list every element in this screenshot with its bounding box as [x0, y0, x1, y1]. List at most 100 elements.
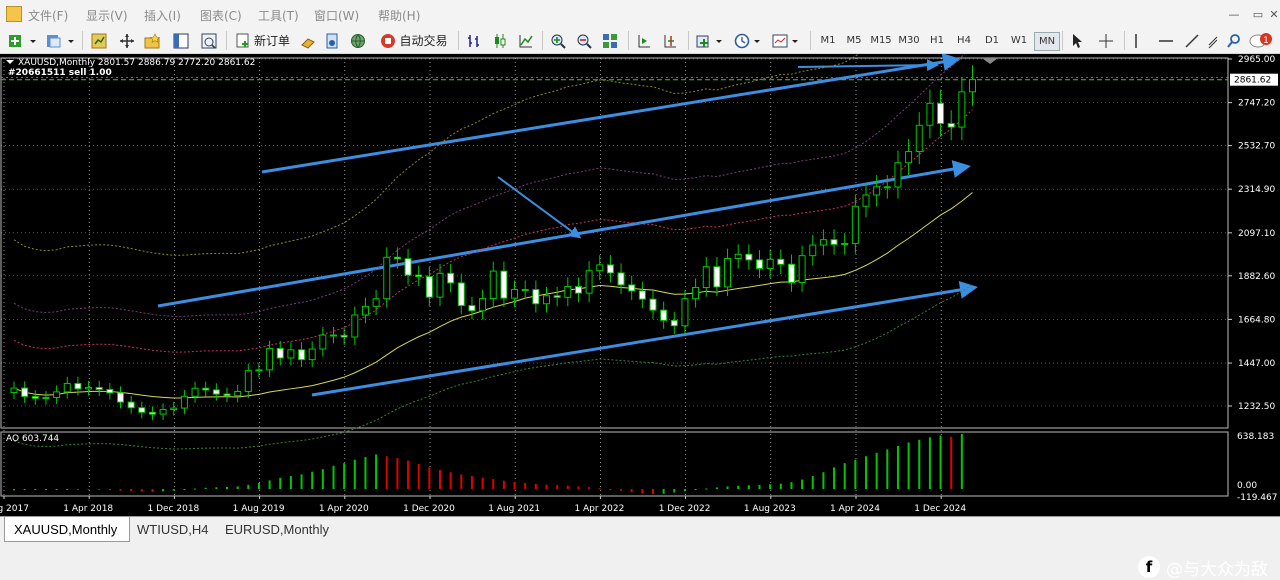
new-chart-icon — [9, 34, 36, 47]
new-chart-button[interactable] — [6, 31, 40, 50]
tab-wtiusd-h4[interactable]: WTIUSD,H4 — [128, 517, 218, 541]
auto-scroll-icon — [638, 34, 650, 47]
cursor-button[interactable] — [1068, 31, 1088, 50]
price-tick-label: 2314.90 — [1238, 185, 1275, 195]
bear-candle — [276, 347, 284, 359]
channel-button[interactable] — [1206, 31, 1220, 50]
date-tick-label: 1 Apr 2024 — [830, 504, 880, 514]
indicator-pane-frame — [0, 431, 1229, 497]
timeframe-d1[interactable]: D1 — [980, 32, 1004, 49]
ao-tick-label: 638.183 — [1237, 432, 1274, 442]
market-button[interactable] — [322, 31, 342, 50]
menu-file[interactable]: 文件(F) — [28, 7, 68, 24]
timeframe-mn[interactable]: MN — [1034, 32, 1060, 51]
bull-candle — [798, 255, 806, 284]
cursor-icon — [1073, 33, 1082, 48]
bear-candle — [404, 258, 412, 276]
menu-bar: 文件(F) 显示(V) 插入(I) 图表(C) 工具(T) 窗口(W) 帮助(H… — [0, 0, 1280, 28]
crosshair-button[interactable] — [1096, 31, 1116, 50]
bull-candle — [564, 286, 572, 298]
symbol-info: XAUUSD,Monthly 2801.57 2886.79 2772.20 2… — [18, 58, 255, 68]
bear-candle — [638, 290, 646, 300]
svg-text:1: 1 — [1263, 36, 1269, 46]
awesome-oscillator-series — [13, 434, 963, 495]
horizontal-line-button[interactable] — [1156, 31, 1176, 50]
menu-help[interactable]: 帮助(H) — [378, 7, 420, 24]
trendline-button[interactable] — [1182, 31, 1202, 50]
price-tick-label: 1447.00 — [1238, 359, 1275, 369]
auto-trading-button[interactable]: 自动交易 — [374, 31, 454, 50]
bear-candle — [937, 102, 945, 124]
menu-insert[interactable]: 插入(I) — [144, 7, 181, 24]
bull-candle — [894, 162, 902, 188]
bull-candle — [596, 264, 604, 272]
data-window-button[interactable] — [170, 31, 192, 50]
bear-candle — [425, 276, 433, 298]
periods-button[interactable] — [732, 31, 766, 50]
bar-chart-button[interactable] — [464, 31, 484, 50]
bear-candle — [340, 334, 348, 338]
price-tick-label: 2097.10 — [1238, 229, 1275, 239]
zoom-out-button[interactable] — [574, 31, 594, 50]
price-chart[interactable]: 1 Aug 2017 1 Apr 2018 1 Dec 2018 1 Aug 2019… — [0, 0, 1280, 516]
templates-button[interactable] — [770, 31, 804, 50]
bear-candle — [574, 286, 582, 294]
line-chart-button[interactable] — [516, 31, 536, 50]
timeframe-m30[interactable]: M30 — [897, 32, 921, 49]
market-watch-button[interactable] — [88, 31, 110, 50]
bull-candle — [692, 287, 700, 300]
bull-candle — [234, 390, 242, 397]
zoom-in-button[interactable] — [548, 31, 568, 50]
bull-candle — [958, 91, 966, 128]
tab-xauusd-monthly[interactable]: XAUUSD,Monthly — [4, 517, 130, 542]
timeframe-h1[interactable]: H1 — [925, 32, 949, 49]
app-icon — [6, 6, 22, 22]
auto-scroll-button[interactable] — [634, 31, 654, 50]
menu-view[interactable]: 显示(V) — [86, 7, 128, 24]
terminal-button[interactable] — [198, 31, 220, 50]
timeframe-m15[interactable]: M15 — [869, 32, 893, 49]
date-tick-label: 1 Aug 2019 — [233, 504, 285, 514]
menu-charts[interactable]: 图表(C) — [200, 7, 242, 24]
timeframe-w1[interactable]: W1 — [1007, 32, 1031, 49]
menu-window[interactable]: 窗口(W) — [314, 7, 359, 24]
vertical-line-button[interactable] — [1128, 31, 1144, 50]
close-icon[interactable]: ✕ — [1268, 8, 1280, 21]
horizontal-line-icon — [1159, 39, 1173, 42]
indicator-label: AO 603.744 — [6, 434, 59, 444]
navigator-button[interactable] — [116, 31, 138, 50]
bull-candle — [170, 407, 178, 411]
bear-candle — [660, 309, 668, 321]
bear-candle — [74, 382, 82, 390]
auto-trading-icon — [381, 33, 396, 48]
bear-candle — [393, 256, 401, 260]
bar-chart-icon — [468, 34, 479, 47]
bear-candle — [148, 411, 156, 415]
minimize-icon[interactable]: — — [1222, 8, 1246, 21]
main-pane-frame — [0, 57, 1229, 429]
tab-eurusd-monthly[interactable]: EURUSD,Monthly — [216, 517, 338, 541]
tile-windows-button[interactable] — [600, 31, 620, 50]
signals-button[interactable] — [298, 31, 318, 50]
bull-candle — [766, 258, 774, 270]
timeframe-m1[interactable]: M1 — [816, 32, 840, 49]
bull-candle — [926, 102, 934, 126]
timeframe-m5[interactable]: M5 — [842, 32, 866, 49]
indicators-button[interactable] — [694, 31, 728, 50]
chart-window[interactable]: 1 Aug 2017 1 Apr 2018 1 Dec 2018 1 Aug 2019… — [0, 0, 1280, 580]
symbol-collapse-icon[interactable] — [6, 60, 14, 64]
community-button[interactable] — [348, 31, 368, 50]
timeframe-h4[interactable]: H4 — [952, 32, 976, 49]
bear-candle — [21, 387, 29, 397]
middle-channel-arrow — [157, 160, 971, 308]
favorites-button[interactable] — [142, 31, 164, 50]
profiles-button[interactable] — [44, 31, 78, 50]
new-order-icon — [236, 33, 249, 48]
notifications-button[interactable]: 1 — [1248, 31, 1274, 50]
new-order-button[interactable]: 新订单 — [232, 31, 294, 50]
candlestick-button[interactable] — [490, 31, 510, 50]
menu-tools[interactable]: 工具(T) — [258, 7, 299, 24]
search-button[interactable] — [1224, 31, 1244, 50]
restore-icon[interactable]: ▭ — [1246, 8, 1270, 21]
chart-shift-button[interactable] — [660, 31, 680, 50]
